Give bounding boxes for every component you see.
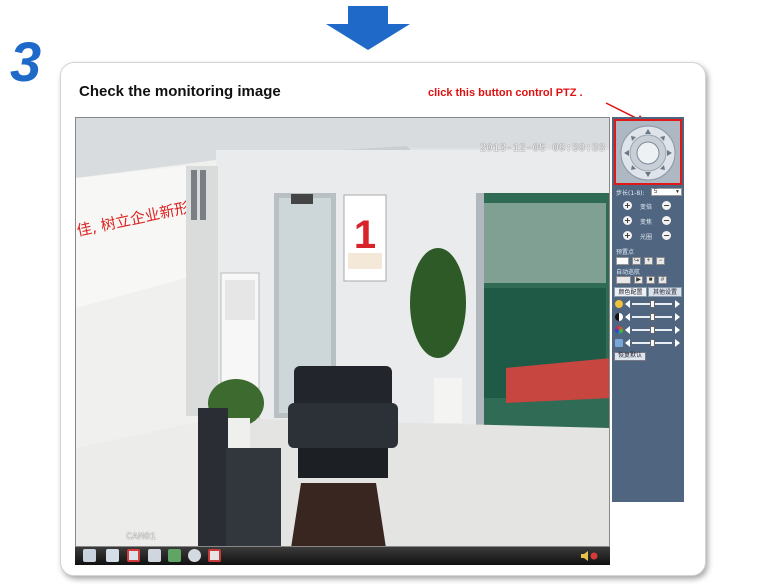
iris-label: 光圈: [640, 234, 653, 241]
brightness-icon: [615, 300, 623, 308]
ptz-control-highlight: [614, 119, 682, 185]
down-arrow-icon: [326, 6, 410, 50]
grid-icon[interactable]: #: [658, 276, 667, 284]
restore-default-button[interactable]: 恢复默认: [614, 352, 646, 361]
video-timestamp: 2013-12-05 09:39:33: [479, 143, 605, 155]
step-length-value: 5: [654, 189, 658, 195]
camera-label: CAM01: [126, 532, 157, 543]
video-toolbar: [75, 547, 610, 565]
preset-remove-icon[interactable]: −: [656, 257, 665, 265]
cruise-stop-icon[interactable]: ■: [646, 276, 655, 284]
increase-icon[interactable]: [675, 339, 680, 347]
cruise-label: 自动巡航: [616, 269, 641, 276]
settings-icon[interactable]: [168, 549, 181, 562]
zoom-label: 变倍: [640, 204, 653, 211]
slider-knob[interactable]: [650, 313, 655, 321]
iris-close-icon[interactable]: −: [662, 231, 671, 240]
increase-icon[interactable]: [675, 300, 680, 308]
ptz-annotation: click this button control PTZ .: [428, 87, 583, 99]
saturation-icon: [615, 326, 623, 334]
brightness-slider[interactable]: [615, 299, 682, 309]
record-icon[interactable]: [106, 549, 119, 562]
slider-knob[interactable]: [650, 300, 655, 308]
step-length-label: 步长(1-8):: [616, 190, 645, 197]
page-heading: Check the monitoring image: [79, 83, 281, 100]
alarm-icon[interactable]: [208, 549, 221, 562]
contrast-slider[interactable]: [615, 312, 682, 322]
focus-label: 变焦: [640, 219, 653, 226]
focus-in-icon[interactable]: +: [623, 216, 632, 225]
decrease-icon[interactable]: [625, 326, 630, 334]
decrease-icon[interactable]: [625, 300, 630, 308]
step-length-select[interactable]: 5 ▼: [651, 188, 682, 196]
poster-number: 1: [354, 213, 376, 257]
camera-scene: 1 佳, 树立企业新形象: [76, 118, 609, 546]
saturation-slider[interactable]: [615, 325, 682, 335]
slider-knob[interactable]: [650, 326, 655, 334]
volume-muted-icon[interactable]: [580, 550, 600, 562]
playback-icon[interactable]: [148, 549, 161, 562]
chevron-down-icon: ▼: [675, 189, 680, 195]
cruise-play-icon[interactable]: ▶: [634, 276, 643, 284]
snapshot-icon[interactable]: [127, 549, 140, 562]
preset-goto-icon[interactable]: ↪: [632, 257, 641, 265]
slider-knob[interactable]: [650, 339, 655, 347]
settings-tabs: 颜色配置 其他设置: [614, 287, 682, 297]
preset-label: 预置点: [616, 249, 635, 256]
tab-color-config[interactable]: 颜色配置: [614, 287, 647, 297]
focus-out-icon[interactable]: −: [662, 216, 671, 225]
hue-icon: [615, 339, 623, 347]
zoom-in-icon[interactable]: +: [623, 201, 632, 210]
contrast-icon: [615, 313, 623, 321]
preset-add-icon[interactable]: +: [644, 257, 653, 265]
monitoring-video[interactable]: 1 佳, 树立企业新形象 2013-12-05 09:39:33 CAM01: [75, 117, 610, 547]
increase-icon[interactable]: [675, 326, 680, 334]
tab-other-settings[interactable]: 其他设置: [648, 287, 682, 297]
hue-slider[interactable]: [615, 338, 682, 348]
zoom-out-icon[interactable]: −: [662, 201, 671, 210]
preset-input[interactable]: [616, 257, 629, 265]
ptz-joystick-icon[interactable]: [618, 123, 678, 183]
talk-icon[interactable]: [188, 549, 201, 562]
iris-open-icon[interactable]: +: [623, 231, 632, 240]
fullscreen-icon[interactable]: [83, 549, 96, 562]
decrease-icon[interactable]: [625, 339, 630, 347]
increase-icon[interactable]: [675, 313, 680, 321]
step-number: 3: [10, 30, 42, 93]
cruise-input[interactable]: [616, 276, 631, 284]
decrease-icon[interactable]: [625, 313, 630, 321]
